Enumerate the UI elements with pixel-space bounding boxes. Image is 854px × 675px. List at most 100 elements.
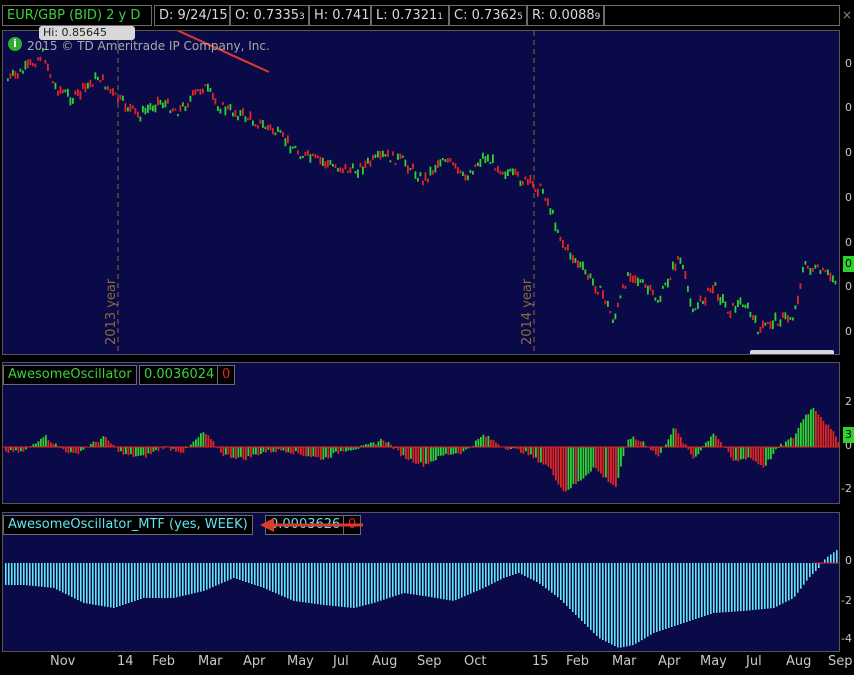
candle bbox=[197, 89, 199, 92]
candle bbox=[489, 161, 492, 164]
ao-mtf-bar bbox=[77, 563, 79, 600]
candle bbox=[529, 175, 532, 184]
ao-mtf-bar bbox=[833, 552, 835, 563]
ao-mtf-bar bbox=[566, 563, 568, 606]
ao-bar bbox=[175, 447, 177, 452]
ao-bar bbox=[542, 447, 545, 465]
candle bbox=[427, 178, 429, 183]
ao-study-name[interactable]: AwesomeOscillator bbox=[3, 365, 137, 385]
time-axis[interactable]: Nov 14 Feb Mar Apr May Jul Aug Sep Oct 1… bbox=[0, 652, 854, 675]
candle bbox=[717, 293, 719, 301]
candle bbox=[242, 107, 244, 116]
ao-bar bbox=[340, 447, 342, 452]
ao-bar bbox=[370, 442, 372, 447]
ao-mtf-bar bbox=[800, 563, 802, 589]
ao-mtf-bar bbox=[449, 563, 451, 601]
ao-mtf-bar bbox=[476, 563, 478, 591]
ao-mtf-bar bbox=[815, 563, 817, 571]
price-chart[interactable]: 2013 year 2014 year bbox=[3, 13, 839, 356]
ao-mtf-bar bbox=[629, 563, 631, 646]
ao-bar bbox=[287, 447, 290, 453]
ao-mtf-bar bbox=[347, 563, 349, 608]
ao-bar bbox=[407, 447, 410, 461]
candle bbox=[122, 95, 124, 101]
ao-mtf-bar bbox=[404, 563, 406, 594]
info-icon[interactable]: i bbox=[8, 37, 22, 51]
candle bbox=[394, 162, 397, 165]
ao-bar bbox=[527, 447, 530, 456]
ao-mtf-bar bbox=[590, 563, 592, 630]
close-value: C: 0.7362 bbox=[454, 8, 518, 23]
candle bbox=[89, 79, 92, 88]
candle bbox=[297, 150, 299, 155]
ao-bar bbox=[787, 439, 790, 447]
ao-bar bbox=[720, 442, 722, 447]
ao-scale[interactable]: 2 0 -2 3 bbox=[840, 362, 854, 504]
ao-mtf-bar bbox=[251, 563, 253, 584]
ao-mtf-bar bbox=[779, 563, 781, 605]
ao-mtf-bar bbox=[620, 563, 622, 648]
candle bbox=[119, 94, 122, 100]
ao-bar bbox=[382, 440, 385, 447]
ao-bar bbox=[525, 447, 527, 452]
ao-mtf-bar bbox=[170, 563, 172, 598]
candle bbox=[177, 114, 179, 117]
ao-mtf-bar bbox=[788, 563, 790, 601]
ao-bar bbox=[822, 420, 825, 447]
ao-mtf-bar bbox=[74, 563, 76, 599]
candle bbox=[99, 80, 102, 83]
mtf-scale[interactable]: 0 -2 -4 bbox=[840, 512, 854, 652]
candle bbox=[327, 159, 329, 168]
candle bbox=[19, 68, 22, 72]
ao-bar bbox=[195, 439, 197, 447]
ao-mtf-bar bbox=[125, 563, 127, 604]
ao-mtf-bar bbox=[329, 563, 331, 606]
ao-mtf-panel[interactable]: AwesomeOscillator_MTF (yes, WEEK) 0.0003… bbox=[2, 512, 840, 652]
ao-bar bbox=[760, 447, 762, 465]
candle bbox=[254, 124, 257, 127]
price-chart-panel[interactable]: 2013 year 2014 year Hi: 0.85645 i 2015 ©… bbox=[2, 13, 840, 356]
ao-bar bbox=[342, 447, 345, 452]
candle bbox=[537, 188, 539, 197]
ao-bar bbox=[530, 447, 532, 455]
close-icon[interactable]: × bbox=[841, 5, 853, 25]
candle bbox=[777, 323, 779, 326]
ao-bar bbox=[275, 447, 277, 453]
candle bbox=[637, 277, 639, 286]
ao-bar bbox=[810, 409, 812, 447]
ao-bar bbox=[97, 441, 100, 447]
mtf-study-name[interactable]: AwesomeOscillator_MTF (yes, WEEK) bbox=[3, 515, 253, 535]
x-label: Sep bbox=[417, 654, 442, 669]
candle bbox=[227, 105, 229, 110]
ao-mtf-bar bbox=[302, 563, 304, 603]
candle bbox=[602, 290, 604, 299]
ao-mtf-bar bbox=[419, 563, 421, 596]
candle bbox=[832, 275, 834, 283]
ao-tick: 2 bbox=[845, 395, 852, 408]
ao-bar bbox=[402, 447, 405, 456]
ao-bar bbox=[142, 447, 145, 456]
price-scale[interactable]: 0 0 0 0 0 0 0 0 bbox=[840, 30, 854, 355]
candle bbox=[222, 102, 224, 105]
candle bbox=[639, 279, 642, 283]
candle bbox=[274, 132, 277, 136]
candle bbox=[97, 76, 99, 81]
ao-bar bbox=[397, 447, 400, 451]
ao-bar bbox=[495, 442, 497, 447]
ao-mtf-bar bbox=[185, 563, 187, 596]
symbol-selector[interactable]: EUR/GBP (BID) 2 y D bbox=[2, 5, 152, 26]
ao-bar bbox=[462, 447, 465, 452]
ao-mtf-bar bbox=[626, 563, 628, 647]
ao-panel[interactable]: AwesomeOscillator 0.0036024 0 bbox=[2, 362, 840, 504]
ao-bar bbox=[812, 408, 815, 447]
candle bbox=[474, 164, 477, 168]
ao-bar bbox=[600, 447, 602, 474]
candle bbox=[429, 166, 432, 176]
candle bbox=[404, 159, 407, 167]
candle bbox=[402, 155, 404, 158]
candle bbox=[652, 289, 654, 296]
ao-bar bbox=[35, 443, 37, 447]
candle bbox=[282, 131, 284, 137]
ao-mtf-bar bbox=[530, 563, 532, 579]
ao-bar bbox=[415, 447, 417, 464]
